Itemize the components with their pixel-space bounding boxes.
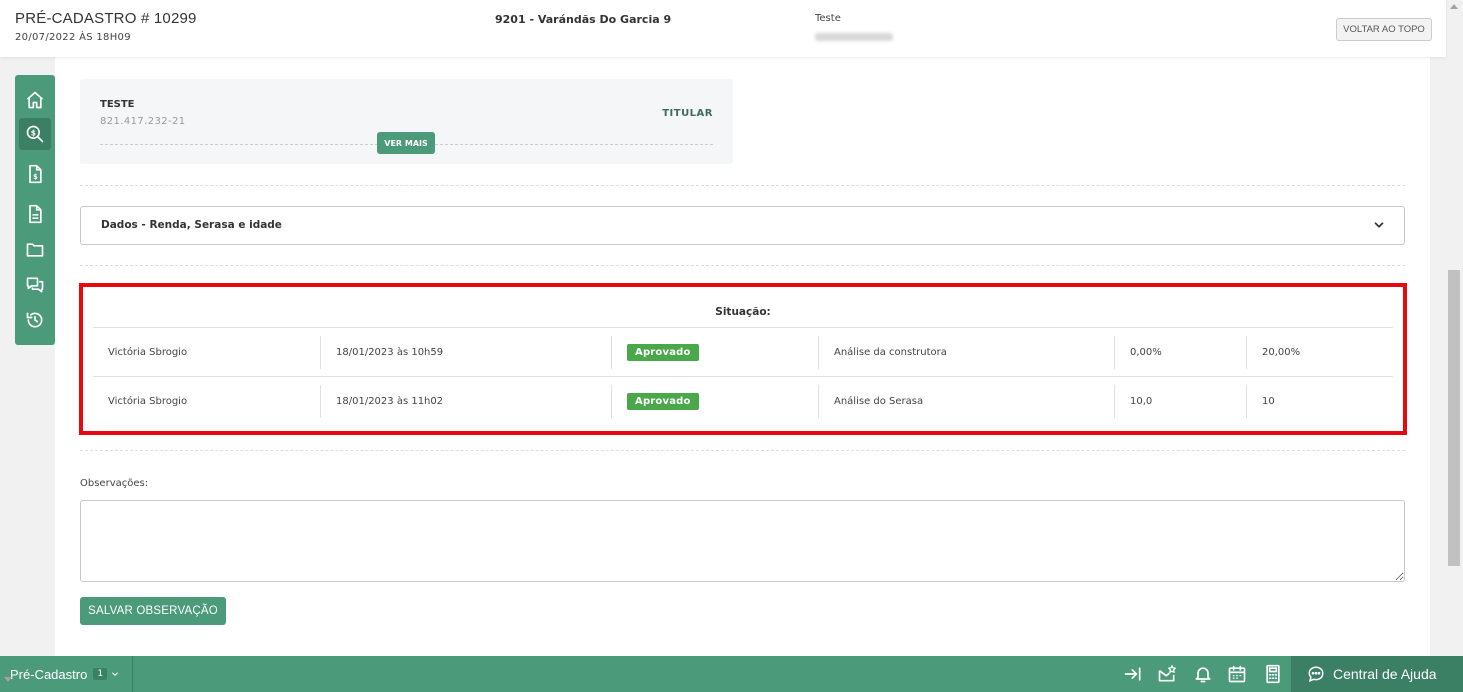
situation-table: Situação: Victória Sbrogio 18/01/2023 às…: [79, 283, 1407, 435]
datetime-cell: 18/01/2023 às 10h59: [336, 347, 444, 358]
page-header: PRÉ-CADASTRO # 10299 20/07/2022 ÀS 18H09…: [0, 0, 1446, 57]
status-badge: Aprovado: [627, 344, 699, 361]
divider: [80, 265, 1405, 266]
search-dollar-icon: $: [26, 125, 44, 143]
value-cell: 10,0: [1130, 396, 1153, 407]
save-observation-button[interactable]: SALVAR OBSERVAÇÃO: [80, 597, 226, 625]
sidebar-item-credit-analysis[interactable]: $: [19, 118, 51, 150]
svg-text:$: $: [31, 128, 36, 137]
analysis-cell: Análise da construtora: [834, 347, 947, 358]
table-row: Victória Sbrogio 18/01/2023 às 11h02 Apr…: [93, 377, 1393, 426]
bottom-bar: Pré-Cadastro 1 Central de Ajuda: [0, 656, 1463, 692]
sidebar-item-files[interactable]: [19, 234, 51, 266]
scroll-down-arrow[interactable]: [4, 677, 12, 682]
status-badge: Aprovado: [627, 393, 699, 410]
mail-star-icon[interactable]: [1157, 664, 1177, 684]
history-icon: [26, 312, 43, 328]
client-name: Teste: [815, 13, 841, 24]
scroll-thumb[interactable]: [1448, 270, 1460, 566]
value-cell: 10: [1262, 396, 1275, 407]
sidebar-item-invoices[interactable]: $: [19, 158, 51, 190]
svg-text:$: $: [33, 173, 38, 181]
folder-icon: [26, 243, 44, 257]
observations-textarea[interactable]: [80, 500, 1405, 582]
tab-pre-cadastro[interactable]: Pré-Cadastro 1: [0, 656, 133, 692]
calendar-icon[interactable]: [1227, 664, 1247, 684]
sidebar-item-messages[interactable]: [19, 269, 51, 301]
holder-cpf: 821.417.232-21: [100, 116, 186, 127]
user-cell: Victória Sbrogio: [108, 396, 188, 407]
status-cell: Aprovado: [612, 377, 699, 426]
document-icon: [29, 204, 42, 224]
tab-label: Pré-Cadastro: [10, 666, 88, 682]
accordion-title: Dados - Renda, Serasa e idade: [101, 219, 282, 231]
value-cell: 20,00%: [1262, 347, 1301, 358]
help-center-button[interactable]: Central de Ajuda: [1291, 656, 1463, 692]
invoice-icon: $: [29, 164, 42, 184]
holder-name: TESTE: [100, 99, 135, 110]
help-center-label: Central de Ajuda: [1333, 666, 1437, 682]
divider: [80, 185, 1405, 186]
chevron-down-icon: [112, 672, 118, 677]
vertical-scrollbar[interactable]: [1446, 0, 1463, 656]
holder-role: TITULAR: [662, 108, 713, 119]
blurred-info: [815, 33, 893, 41]
user-cell: Victória Sbrogio: [108, 347, 188, 358]
chat-icon: [26, 277, 44, 293]
sidebar: $ $: [15, 75, 55, 345]
created-date: 20/07/2022 ÀS 18H09: [15, 32, 131, 43]
situation-title: Situação:: [715, 306, 771, 318]
sidebar-item-history[interactable]: [19, 304, 51, 336]
tab-count-badge: 1: [93, 668, 108, 680]
chevron-down-icon: [1374, 222, 1384, 228]
observations-label: Observações:: [80, 478, 149, 489]
status-cell: Aprovado: [612, 328, 699, 377]
page-title: PRÉ-CADASTRO # 10299: [15, 10, 197, 27]
home-icon: [26, 91, 44, 109]
scroll-up-arrow[interactable]: [1450, 4, 1458, 9]
holder-card: TESTE 821.417.232-21 TITULAR VER MAIS: [80, 79, 733, 164]
back-to-top-button[interactable]: VOLTAR AO TOPO: [1336, 18, 1432, 41]
calculator-icon[interactable]: [1263, 664, 1283, 684]
project-name: 9201 - Varándãs Do Garcia 9: [495, 13, 672, 26]
analysis-cell: Análise do Serasa: [834, 396, 924, 407]
datetime-cell: 18/01/2023 às 11h02: [336, 396, 444, 407]
table-row: Victória Sbrogio 18/01/2023 às 10h59 Apr…: [93, 328, 1393, 377]
sidebar-item-home[interactable]: [19, 84, 51, 116]
divider: [80, 450, 1405, 451]
chat-bubble-icon: [1308, 666, 1324, 682]
value-cell: 0,00%: [1130, 347, 1162, 358]
sidebar-item-documents[interactable]: [19, 198, 51, 230]
bell-icon[interactable]: [1193, 664, 1213, 684]
see-more-button[interactable]: VER MAIS: [377, 132, 435, 154]
income-serasa-age-accordion[interactable]: Dados - Renda, Serasa e idade: [80, 206, 1405, 245]
collapse-arrow-icon[interactable]: [1123, 664, 1143, 684]
